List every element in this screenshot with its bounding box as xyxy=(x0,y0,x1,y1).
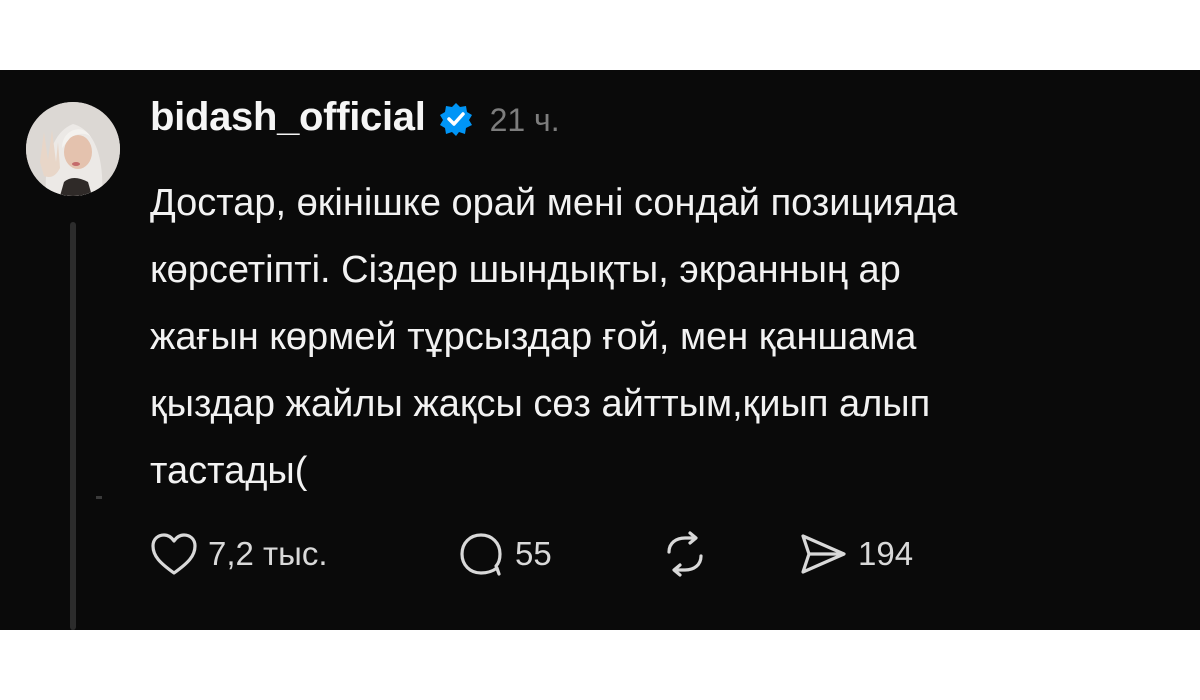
thread-line xyxy=(70,222,76,630)
avatar[interactable] xyxy=(26,102,120,196)
like-count: 7,2 тыс. xyxy=(208,535,328,572)
like-button[interactable]: 7,2 тыс. xyxy=(150,532,457,576)
post-text-line: қыздар жайлы жақсы сөз айттым,қиып алып xyxy=(150,383,931,425)
share-button[interactable]: 194 xyxy=(798,531,913,577)
post-text-line: жағын көрмей тұрсыздар ғой, мен қаншама xyxy=(150,316,917,358)
repost-arrows-icon xyxy=(661,530,709,578)
post-text-line: көрсетіпті. Сіздер шындықты, экранның ар xyxy=(150,249,901,291)
username[interactable]: bidash_official xyxy=(150,95,426,140)
speech-bubble-icon xyxy=(457,530,505,578)
share-count: 194 xyxy=(858,535,914,572)
verified-badge-icon xyxy=(438,101,474,137)
post-actions: 7,2 тыс. 55 194 xyxy=(150,526,913,582)
heart-icon xyxy=(150,532,198,576)
post-text-line: тастады( xyxy=(150,450,308,492)
post-text: Достар, өкінішке орай мені сондай позици… xyxy=(150,170,1190,505)
comment-button[interactable]: 55 xyxy=(457,530,661,578)
post-header: bidash_official 21 ч. xyxy=(150,92,560,142)
post-timestamp: 21 ч. xyxy=(489,101,560,138)
thread-post: bidash_official 21 ч. Достар, өкінішке о… xyxy=(0,70,1200,630)
avatar-photo xyxy=(26,102,120,196)
thread-divider xyxy=(96,496,102,499)
repost-button[interactable] xyxy=(661,530,798,578)
comment-count: 55 xyxy=(515,535,552,572)
paper-plane-icon xyxy=(798,531,848,577)
post-text-line: Достар, өкінішке орай мені сондай позици… xyxy=(150,182,958,224)
